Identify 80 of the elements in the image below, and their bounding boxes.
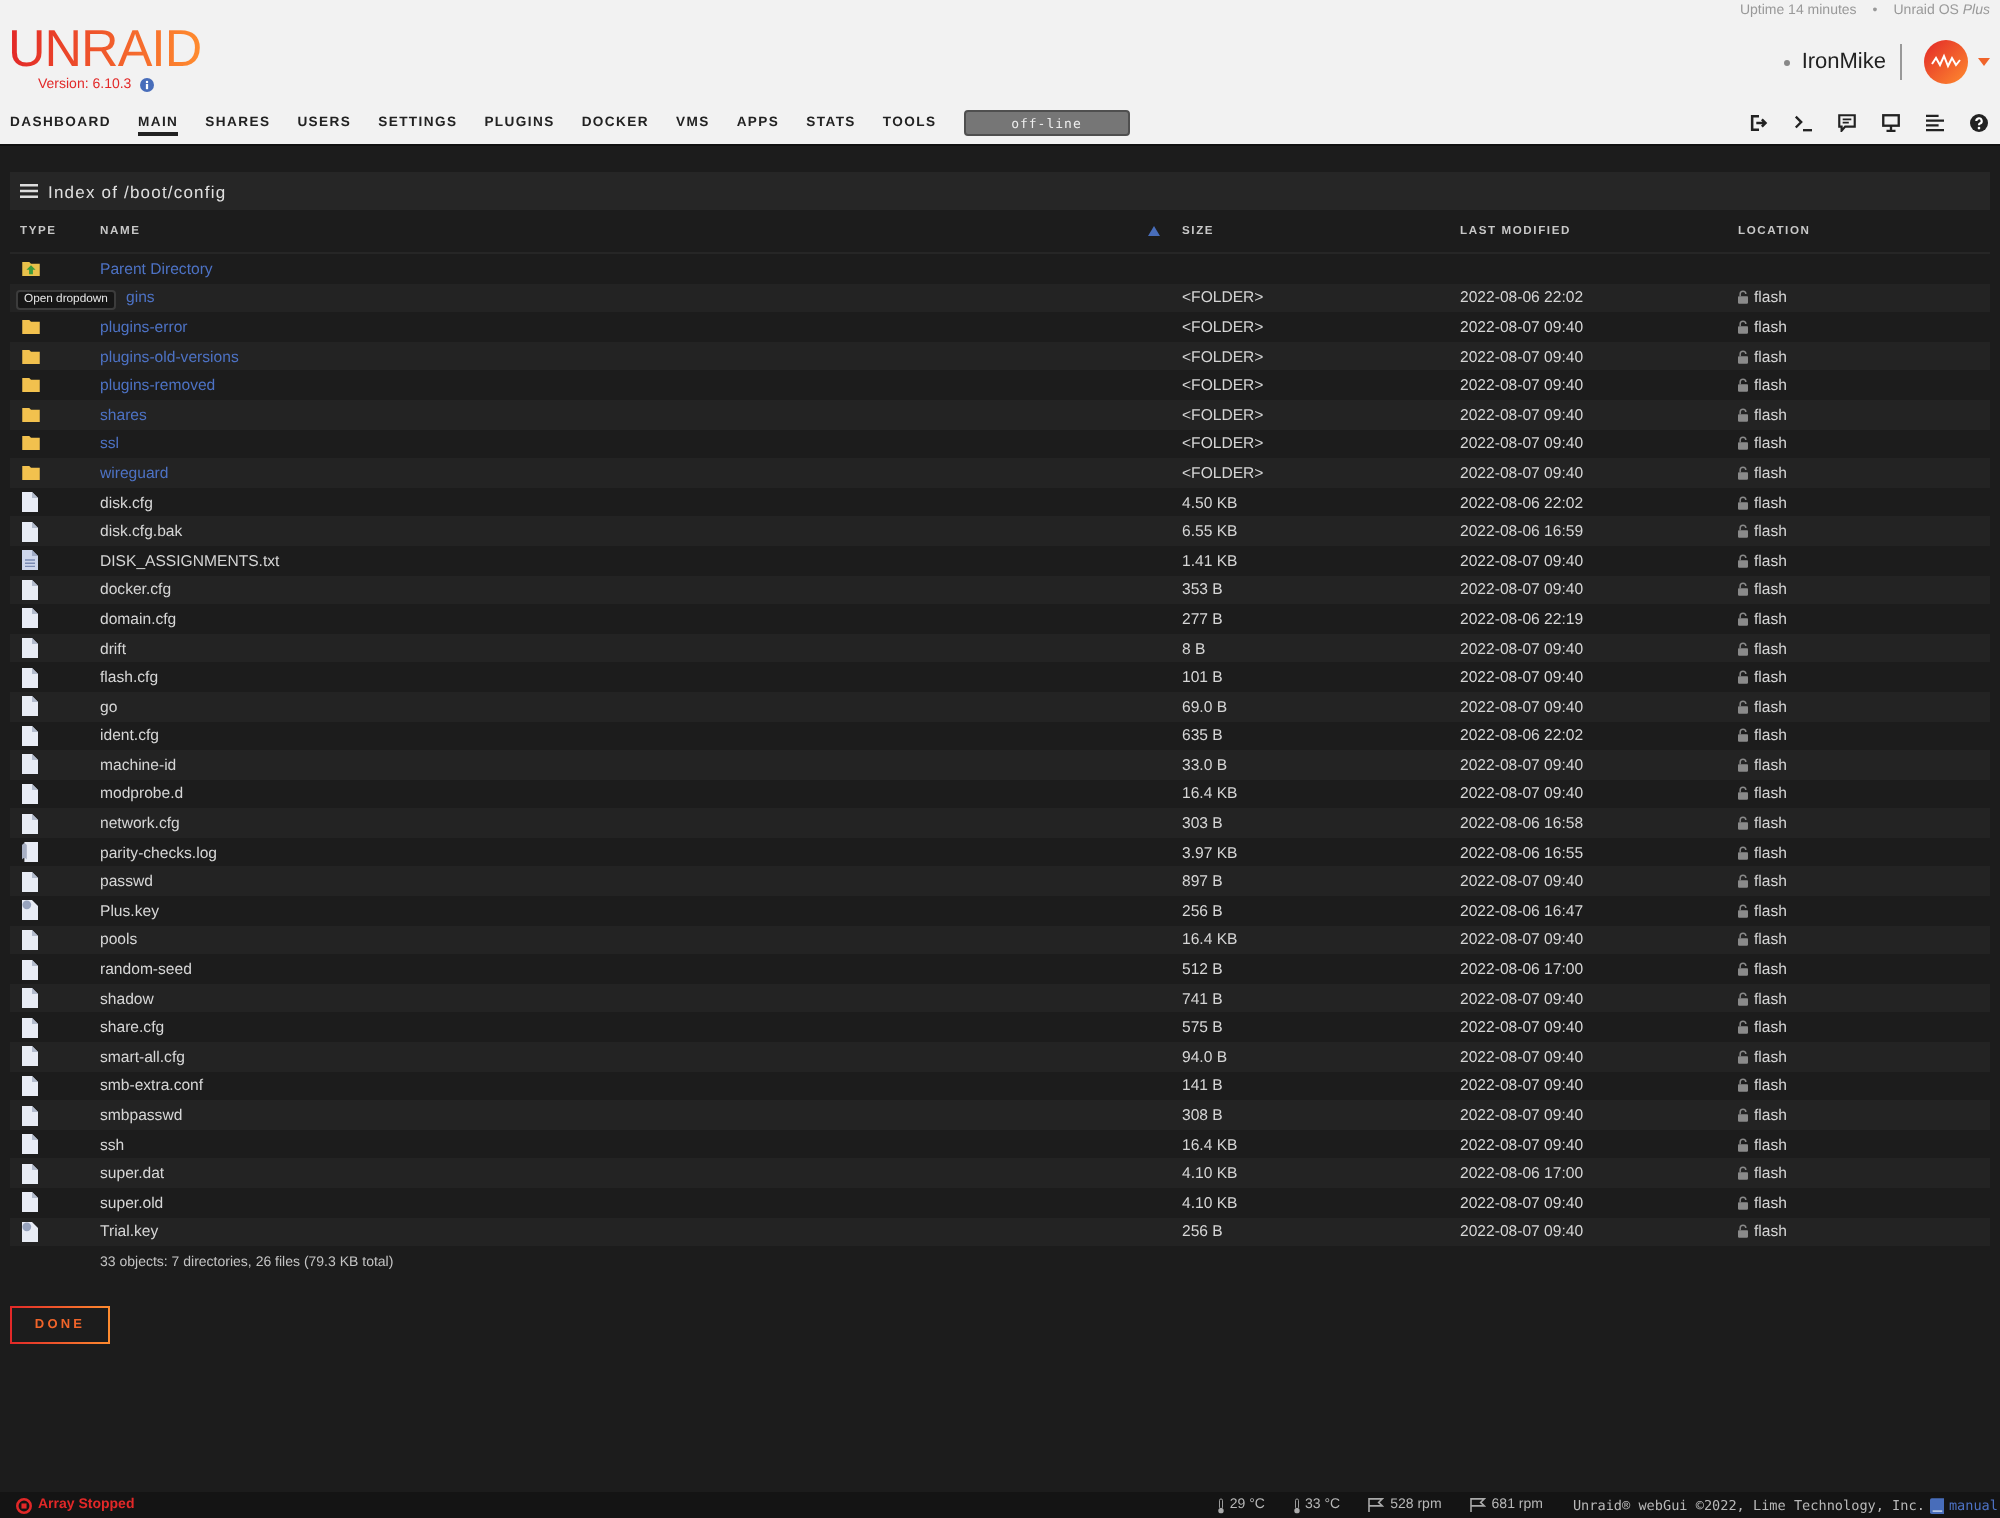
file-icon <box>22 988 38 1009</box>
lock-icon <box>1738 290 1748 305</box>
file-icon <box>22 1075 38 1096</box>
help-icon[interactable] <box>1970 114 1988 132</box>
logout-icon[interactable] <box>1750 114 1768 132</box>
file-icon <box>22 1046 38 1067</box>
lock-icon <box>1738 611 1748 626</box>
speech-bubble-icon[interactable] <box>1838 114 1856 132</box>
lock-icon <box>1738 728 1748 743</box>
file-icon <box>22 696 38 717</box>
file-icon <box>22 1017 38 1038</box>
lock-icon <box>1738 874 1748 889</box>
lock-icon <box>1738 1078 1748 1093</box>
lock-icon <box>1738 1108 1748 1123</box>
dot-icon <box>1783 59 1790 65</box>
lock-icon <box>1738 670 1748 685</box>
avatar-icon[interactable] <box>1924 40 1968 84</box>
file-icon <box>22 871 38 892</box>
file-icon <box>22 1134 38 1155</box>
lock-icon <box>1738 641 1748 656</box>
page-curl-icon <box>22 842 38 863</box>
lock-icon <box>1738 845 1748 860</box>
lock-icon <box>1738 319 1748 334</box>
monitor-icon[interactable] <box>1882 114 1900 132</box>
file-icon <box>22 608 38 629</box>
stop-icon <box>16 1497 32 1513</box>
file-icon <box>22 1163 38 1184</box>
lock-icon <box>1738 1137 1748 1152</box>
caret-icon[interactable] <box>1978 58 1990 66</box>
lock-icon <box>1738 757 1748 772</box>
lock-icon <box>1738 932 1748 947</box>
file-icon <box>22 783 38 804</box>
lock-icon <box>1738 553 1748 568</box>
file-icon <box>22 1192 38 1213</box>
lock-icon <box>1738 1166 1748 1181</box>
book-icon <box>1930 1497 1945 1513</box>
lock-icon <box>1738 465 1748 480</box>
thermometer-icon <box>1217 1497 1224 1513</box>
file-icon <box>22 667 38 688</box>
lock-icon <box>1738 378 1748 393</box>
lock-icon <box>1738 903 1748 918</box>
file-icon <box>22 638 38 659</box>
terminal-icon[interactable] <box>1794 114 1812 132</box>
lock-icon <box>1738 495 1748 510</box>
info-icon[interactable] <box>139 78 154 92</box>
file-icon <box>22 725 38 746</box>
file-icon <box>22 959 38 980</box>
lock-icon <box>1738 962 1748 977</box>
lock-icon <box>1738 1195 1748 1210</box>
file-icon <box>22 929 38 950</box>
file-icon <box>22 579 38 600</box>
flag-icon <box>1469 1498 1486 1512</box>
flag-icon <box>1368 1498 1385 1512</box>
file-icon <box>22 492 38 513</box>
lock-icon <box>1738 991 1748 1006</box>
thermometer-icon <box>1293 1497 1299 1513</box>
file-icon <box>22 813 38 834</box>
lock-icon <box>1738 816 1748 831</box>
folder-up-arrow-icon <box>22 261 40 276</box>
lock-icon <box>1738 1020 1748 1035</box>
certificate-file-icon <box>22 900 38 921</box>
list-icon[interactable] <box>1926 114 1944 132</box>
file-icon <box>22 1105 38 1126</box>
sort-arrow-icon[interactable] <box>1148 226 1160 236</box>
file-icon <box>22 521 38 542</box>
lock-icon <box>1738 524 1748 539</box>
username-text[interactable]: IronMike <box>1801 50 1886 74</box>
lock-icon <box>1738 786 1748 801</box>
lock-icon <box>1738 436 1748 451</box>
text-file-icon <box>22 550 38 571</box>
certificate-file-icon <box>22 1221 38 1242</box>
lock-icon <box>1738 699 1748 714</box>
lock-icon <box>1738 407 1748 422</box>
menu-icon[interactable] <box>20 184 38 198</box>
file-icon <box>22 754 38 775</box>
lock-icon <box>1738 349 1748 364</box>
lock-icon <box>1738 1224 1748 1239</box>
lock-icon <box>1738 1049 1748 1064</box>
panel-title: Index of /boot/config <box>48 181 227 201</box>
lock-icon <box>1738 582 1748 597</box>
